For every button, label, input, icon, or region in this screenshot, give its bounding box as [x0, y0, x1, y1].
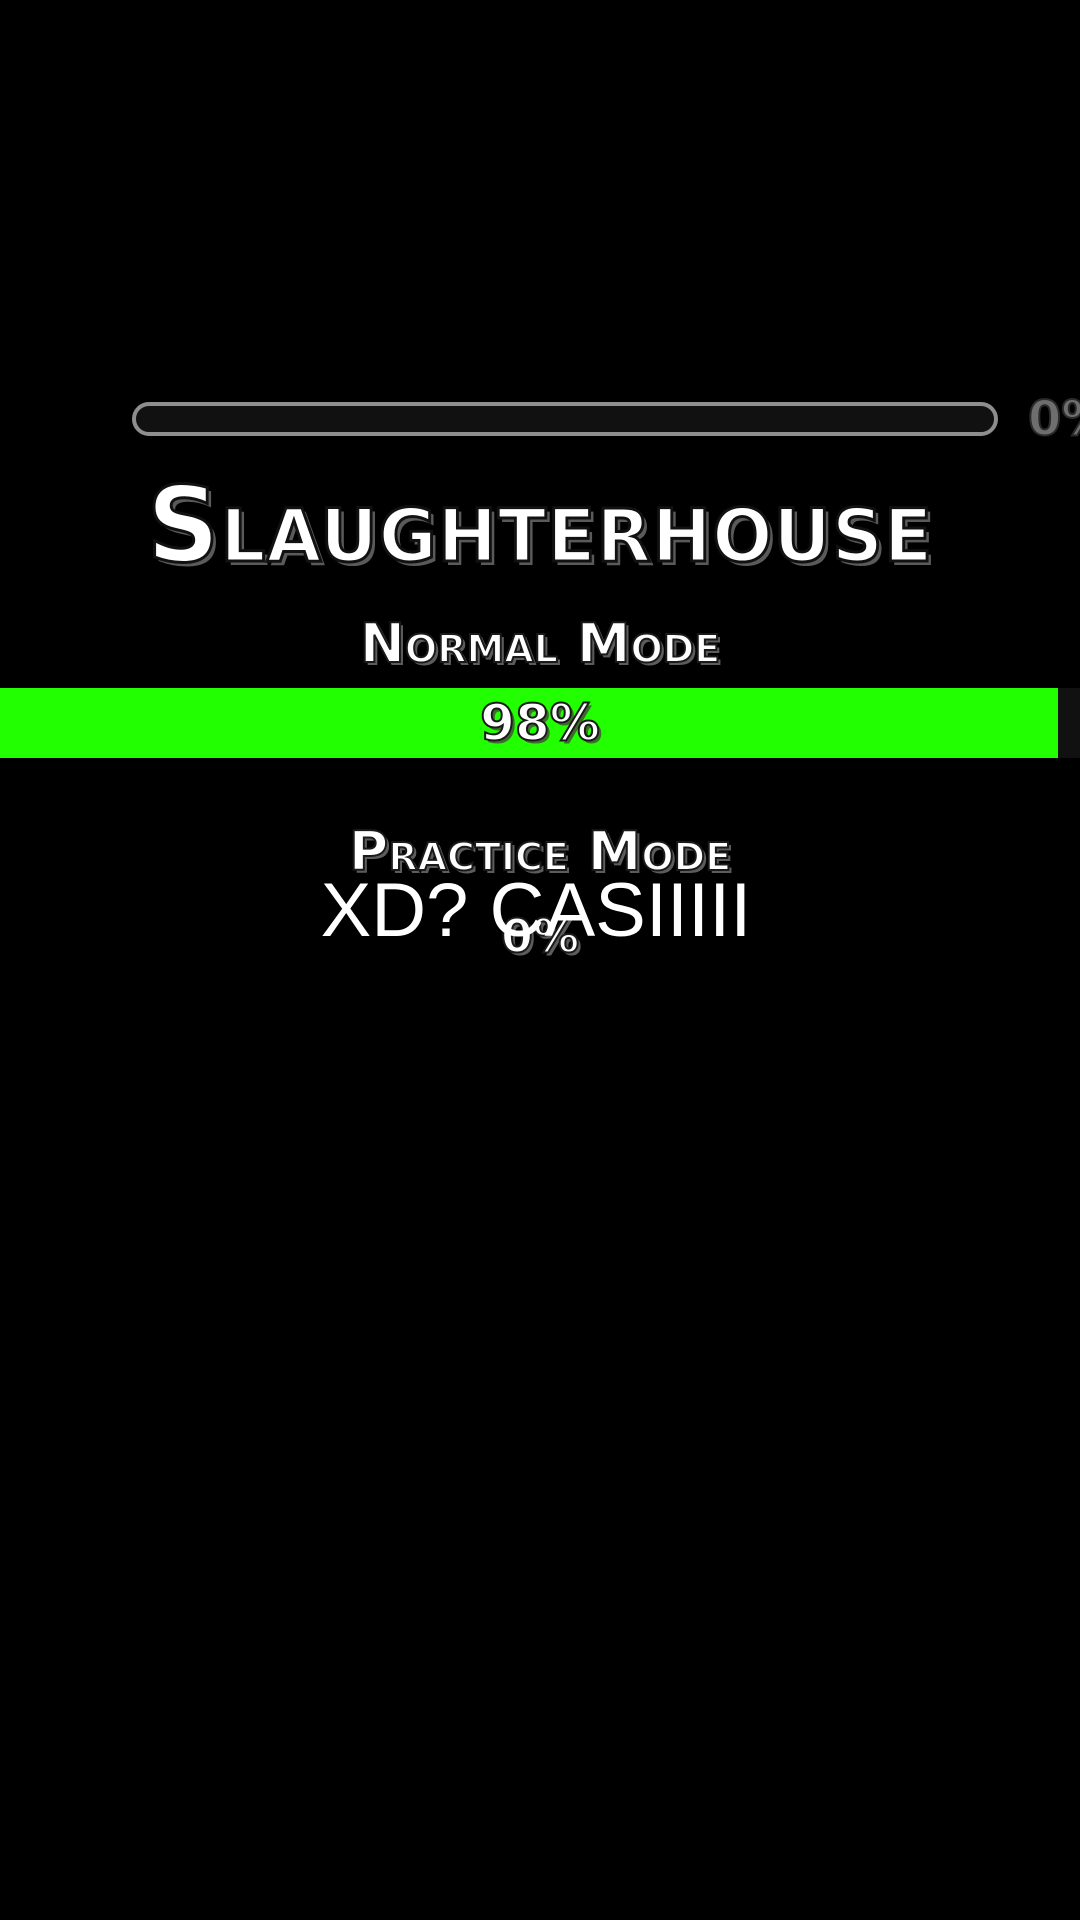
- level-title: Slaughterhouse: [145, 463, 934, 588]
- normal-mode-percent: 98%: [479, 693, 601, 753]
- top-progress-bar: [132, 402, 998, 436]
- normal-mode-progress-bar: 98%: [0, 688, 1080, 758]
- video-caption: XD? CASIIIII: [320, 868, 752, 953]
- top-progress-percent: 0%: [1028, 392, 1080, 446]
- normal-mode-label: Normal Mode: [359, 611, 722, 676]
